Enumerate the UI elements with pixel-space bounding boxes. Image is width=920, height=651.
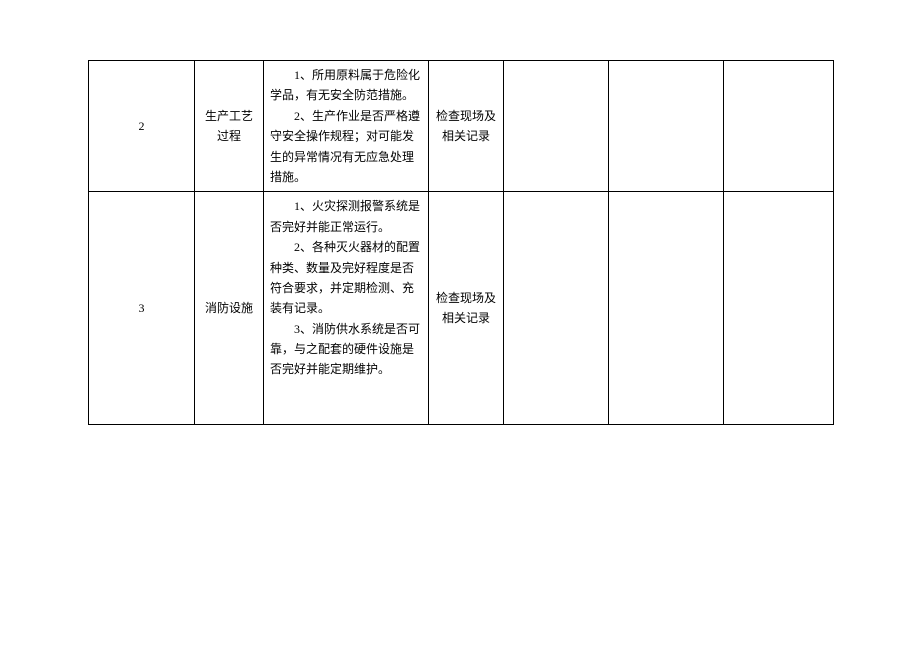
cell-category: 消防设施 (195, 192, 264, 425)
content-item: 2、生产作业是否严格遵守安全操作规程；对可能发生的异常情况有无应急处理措施。 (270, 106, 422, 188)
table-row: 3 消防设施 1、火灾探测报警系统是否完好并能正常运行。 2、各种灭火器材的配置… (89, 192, 834, 425)
content-item: 2、各种灭火器材的配置种类、数量及完好程度是否符合要求，并定期检测、充装有记录。 (270, 237, 422, 319)
cell-content: 1、所用原料属于危险化学品，有无安全防范措施。 2、生产作业是否严格遵守安全操作… (264, 61, 429, 192)
table-row: 2 生产工艺过程 1、所用原料属于危险化学品，有无安全防范措施。 2、生产作业是… (89, 61, 834, 192)
cell-blank (504, 192, 609, 425)
content-item: 1、所用原料属于危险化学品，有无安全防范措施。 (270, 65, 422, 106)
cell-blank (504, 61, 609, 192)
cell-blank (609, 61, 724, 192)
content-item: 3、消防供水系统是否可靠，与之配套的硬件设施是否完好并能定期维护。 (270, 319, 422, 380)
cell-blank (609, 192, 724, 425)
cell-blank (724, 192, 834, 425)
cell-blank (724, 61, 834, 192)
content-spacer (270, 380, 422, 420)
cell-method: 检查现场及相关记录 (429, 192, 504, 425)
cell-number: 3 (89, 192, 195, 425)
inspection-table: 2 生产工艺过程 1、所用原料属于危险化学品，有无安全防范措施。 2、生产作业是… (88, 60, 834, 425)
content-item: 1、火灾探测报警系统是否完好并能正常运行。 (270, 196, 422, 237)
cell-content: 1、火灾探测报警系统是否完好并能正常运行。 2、各种灭火器材的配置种类、数量及完… (264, 192, 429, 425)
cell-number: 2 (89, 61, 195, 192)
cell-method: 检查现场及相关记录 (429, 61, 504, 192)
cell-category: 生产工艺过程 (195, 61, 264, 192)
